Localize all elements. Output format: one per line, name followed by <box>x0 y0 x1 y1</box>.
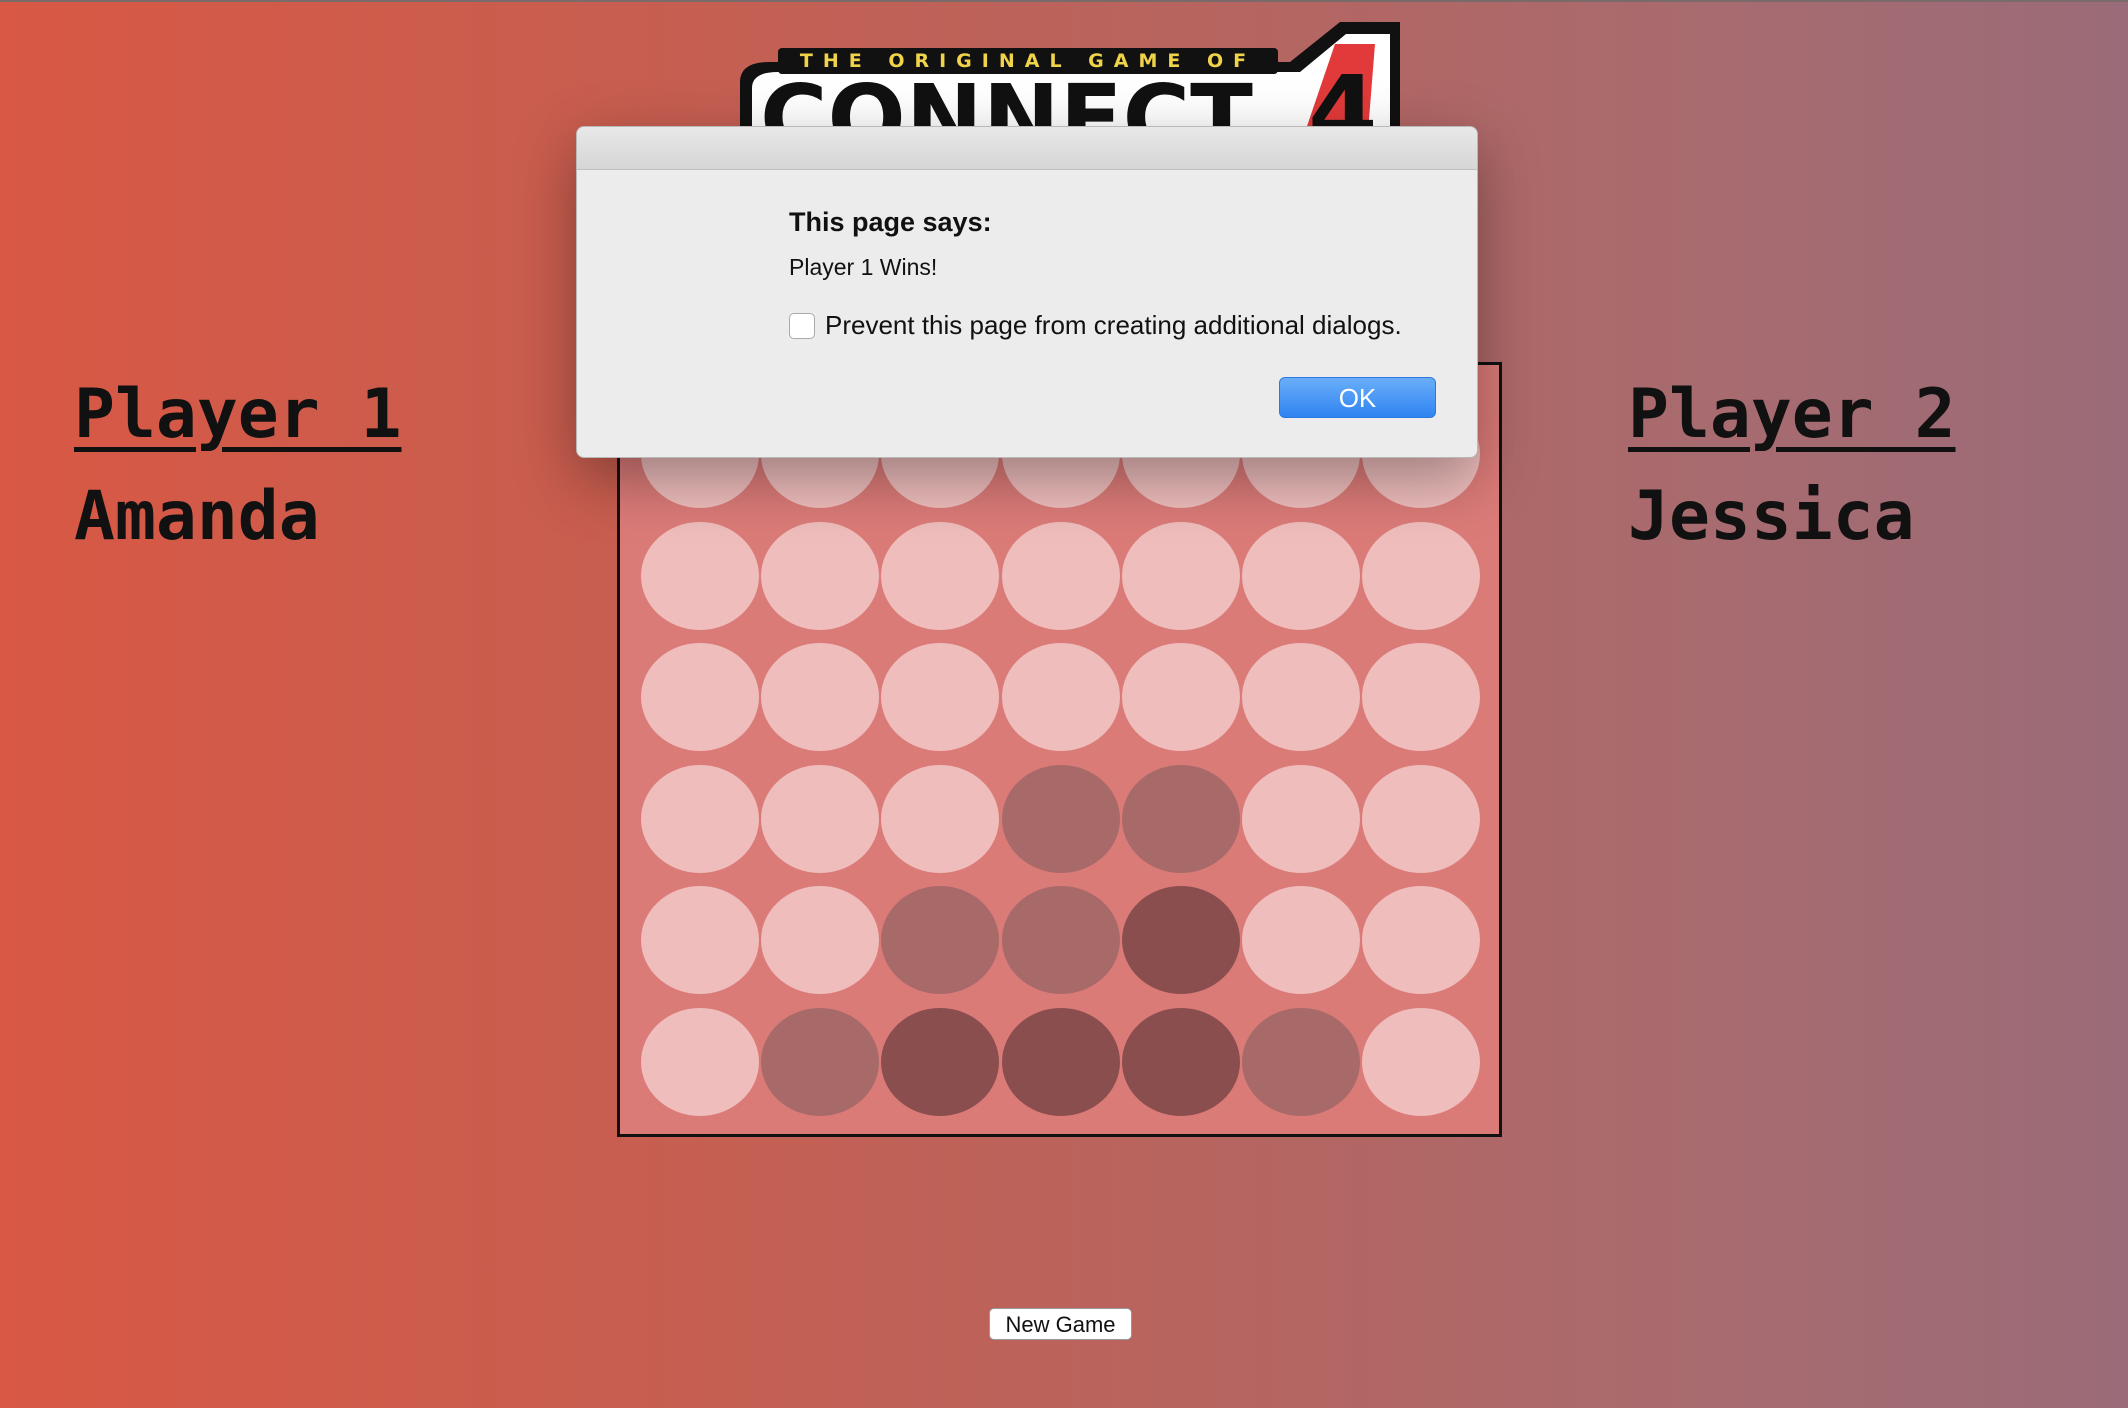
dialog-title: This page says: <box>789 207 992 237</box>
board-cell[interactable] <box>1242 886 1360 994</box>
board-cell[interactable] <box>641 643 759 751</box>
board-cell[interactable] <box>1242 764 1360 873</box>
board-cell[interactable] <box>1001 764 1120 873</box>
board-cell[interactable] <box>1001 886 1120 994</box>
board-cell[interactable] <box>641 886 759 994</box>
ok-button[interactable]: OK <box>1279 377 1436 418</box>
board-cell[interactable] <box>1362 764 1481 873</box>
board-cell[interactable] <box>881 1007 1000 1116</box>
board-cell[interactable] <box>1001 643 1120 751</box>
board-cell[interactable] <box>1121 1007 1240 1116</box>
player-1-panel: Player 1 Amanda <box>74 375 402 557</box>
logo-tagline: THE ORIGINAL GAME OF <box>778 48 1278 74</box>
board-cell[interactable] <box>761 886 880 994</box>
player-1-name: Amanda <box>74 477 320 556</box>
board-cell[interactable] <box>1362 521 1481 630</box>
board-cell[interactable] <box>761 764 880 873</box>
player-2-label: Player 2 <box>1628 375 1956 454</box>
board-cell[interactable] <box>1362 886 1481 994</box>
board-cell[interactable] <box>1121 886 1240 994</box>
board-cell[interactable] <box>1362 1007 1481 1116</box>
dialog-message: Player 1 Wins! <box>789 254 938 280</box>
board-cell[interactable] <box>641 764 759 873</box>
board-cell[interactable] <box>881 521 1000 630</box>
board-cell[interactable] <box>1242 521 1360 630</box>
board-cell[interactable] <box>1121 521 1240 630</box>
player-1-label: Player 1 <box>74 375 402 454</box>
board-cell[interactable] <box>1242 1007 1360 1116</box>
board-cell[interactable] <box>1001 521 1120 630</box>
dialog-title-bar <box>577 127 1477 170</box>
board-cell[interactable] <box>1001 1007 1120 1116</box>
board-cell[interactable] <box>1242 643 1360 751</box>
window-top-border <box>0 0 2128 2</box>
prevent-dialogs-checkbox[interactable] <box>789 312 815 339</box>
board-cell[interactable] <box>1362 643 1481 751</box>
prevent-dialogs-label: Prevent this page from creating addition… <box>825 310 1402 340</box>
board-cell[interactable] <box>881 764 1000 873</box>
logo-number: 4 <box>1308 54 1378 132</box>
board-cell[interactable] <box>1121 764 1240 873</box>
board-cell[interactable] <box>761 521 880 630</box>
board-cell[interactable] <box>641 521 759 630</box>
board-cell[interactable] <box>761 643 880 751</box>
alert-dialog: This page says: Player 1 Wins! Prevent t… <box>576 126 1478 458</box>
new-game-button[interactable]: New Game <box>989 1308 1132 1340</box>
board-cell[interactable] <box>881 886 1000 994</box>
prevent-dialogs-option[interactable]: Prevent this page from creating addition… <box>789 310 1402 341</box>
logo-title: CONNECT <box>760 65 1253 132</box>
player-2-name: Jessica <box>1628 477 1915 556</box>
player-2-panel: Player 2 Jessica <box>1628 375 1956 557</box>
board-cell[interactable] <box>881 643 1000 751</box>
board-cell[interactable] <box>641 1007 759 1116</box>
connect4-logo: CONNECT 4 <box>700 22 1420 172</box>
board-cell[interactable] <box>1121 643 1240 751</box>
board-cell[interactable] <box>761 1007 880 1116</box>
game-board[interactable] <box>617 362 1502 1137</box>
